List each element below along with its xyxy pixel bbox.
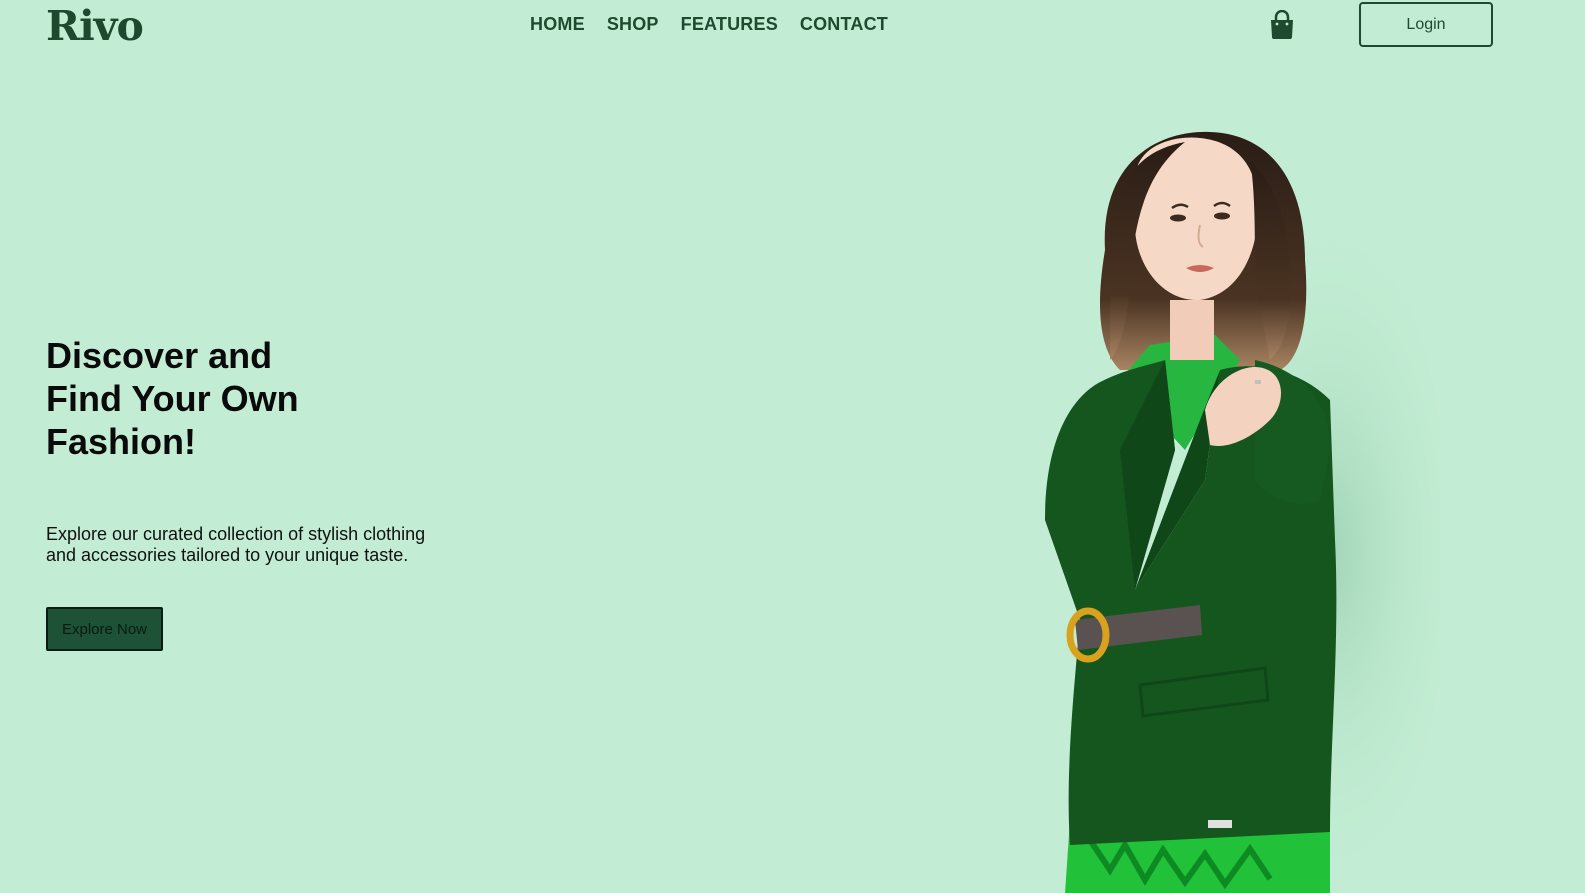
hero-title: Discover and Find Your Own Fashion! xyxy=(46,334,386,463)
nav-shop-link[interactable]: SHOP xyxy=(607,14,659,35)
nav-home-link[interactable]: HOME xyxy=(530,14,585,35)
hero-title-line: Fashion! xyxy=(46,421,196,462)
hero-title-line: Discover and xyxy=(46,335,273,376)
main-nav: HOME SHOP FEATURES CONTACT xyxy=(530,14,888,35)
brand-logo[interactable]: Rivo xyxy=(46,2,144,50)
shopping-bag-icon[interactable] xyxy=(1268,9,1296,40)
hero-model-image xyxy=(1000,120,1450,893)
nav-contact-link[interactable]: CONTACT xyxy=(800,14,888,35)
hero-title-line: Find Your Own xyxy=(46,378,299,419)
landing-page: Rivo HOME SHOP FEATURES CONTACT Login Di… xyxy=(0,0,1585,893)
nav-features-link[interactable]: FEATURES xyxy=(681,14,778,35)
explore-now-button[interactable]: Explore Now xyxy=(46,607,163,651)
login-button[interactable]: Login xyxy=(1359,2,1493,47)
hero-description: Explore our curated collection of stylis… xyxy=(46,524,426,565)
